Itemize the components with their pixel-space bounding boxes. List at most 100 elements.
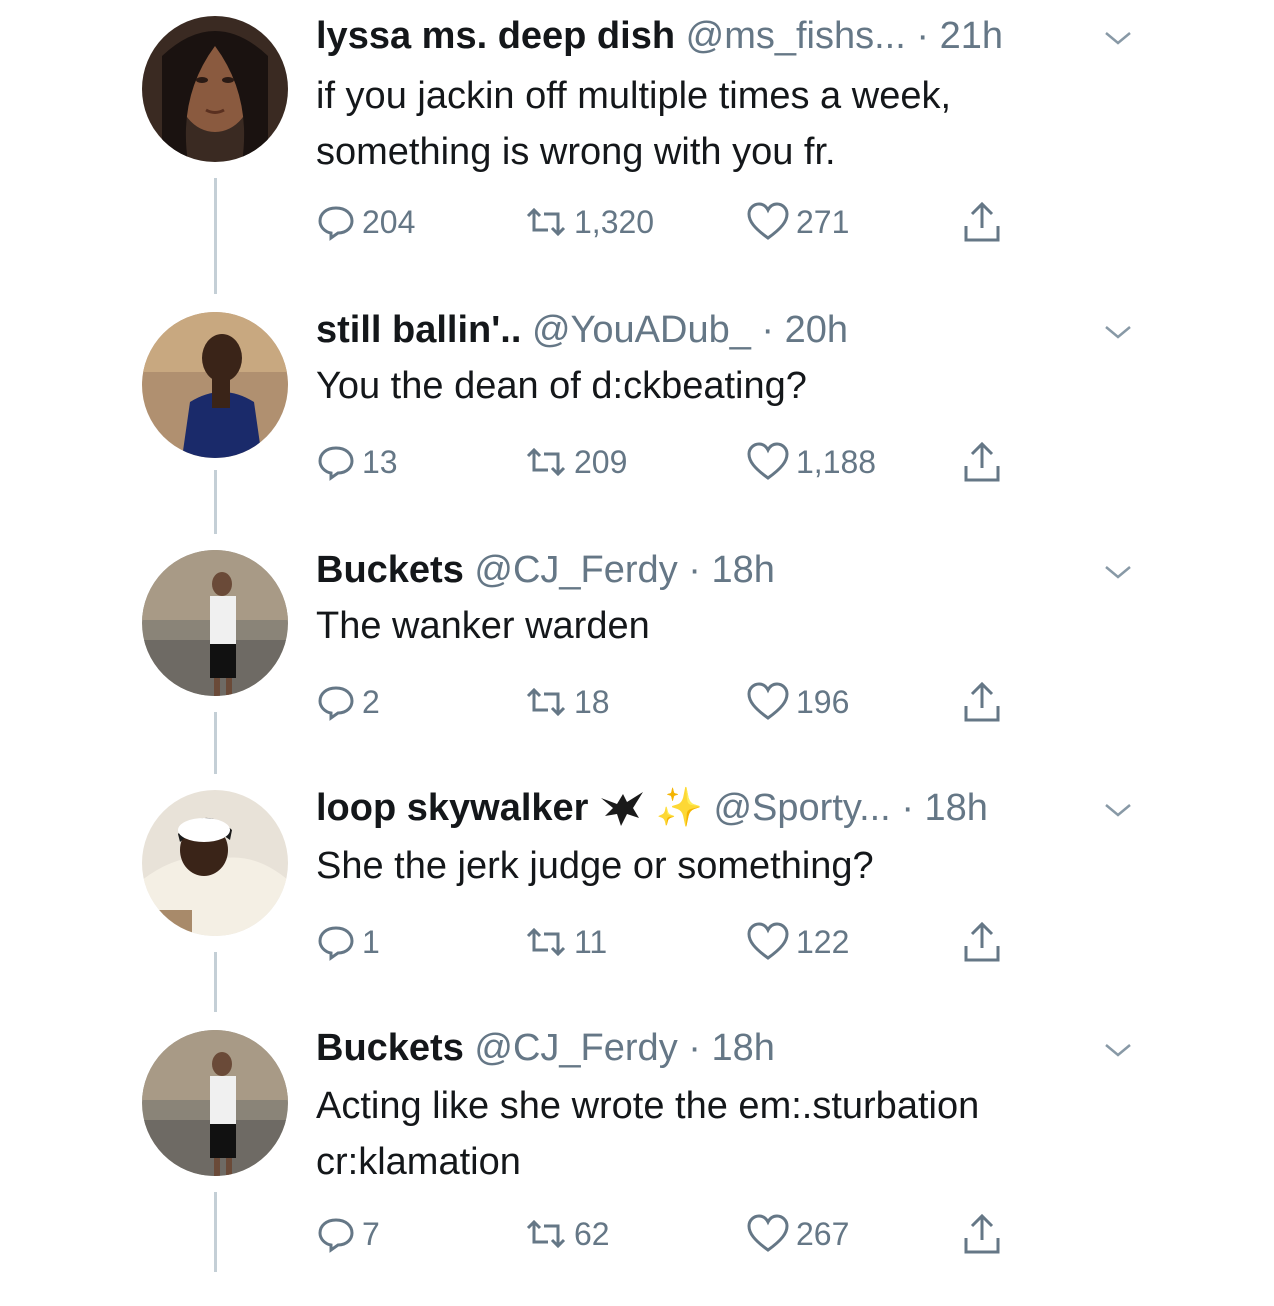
retweet-icon [526,447,566,477]
timestamp[interactable]: 20h [785,309,848,351]
user-handle[interactable]: @ms_fishs... [686,15,906,57]
user-handle[interactable]: @CJ_Ferdy [474,1027,677,1069]
like-icon [747,922,789,960]
thread-line [214,178,217,294]
share-icon[interactable] [960,1212,1004,1256]
like-button[interactable]: 271 [746,200,849,244]
like-icon [747,1214,789,1252]
like-icon [747,682,789,720]
tweet-text: if you jackin off multiple times a week,… [316,68,951,180]
tweet-text-line: The wanker warden [316,605,650,647]
share-icon[interactable] [960,680,1004,724]
tweet-header: still ballin'.. @YouADub_ · 20h [316,308,848,352]
share-icon[interactable] [960,200,1004,244]
avatar[interactable] [142,790,288,936]
avatar[interactable] [142,16,288,162]
retweet-button[interactable]: 62 [524,1212,610,1256]
reply-icon [318,206,354,241]
reply-count: 13 [362,443,398,480]
retweet-icon [526,687,566,717]
chevron-down-icon[interactable] [1100,1040,1136,1060]
like-button[interactable]: 196 [746,680,849,724]
display-name[interactable]: Buckets [316,549,464,591]
separator-dot: · [761,309,775,351]
like-icon [747,202,789,240]
tweet-text-line: She the jerk judge or something? [316,845,874,887]
reply-button[interactable]: 13 [316,440,398,484]
retweet-button[interactable]: 18 [524,680,610,724]
like-count: 1,188 [796,443,877,480]
retweet-count: 11 [574,923,608,960]
display-name[interactable]: still ballin'.. [316,309,521,351]
display-name[interactable]: loop skywalker [316,787,588,829]
timestamp[interactable]: 18h [711,1027,774,1069]
like-count: 196 [796,683,850,720]
retweet-icon [526,927,566,957]
tweet-text-line: something is wrong with you fr. [316,131,836,173]
tweet-header: Buckets @CJ_Ferdy · 18h [316,548,775,592]
reply-count: 7 [362,1215,380,1252]
tweet-actions: 13 209 1,188 [316,440,1036,484]
tweet-text: You the dean of d:ckbeating? [316,358,807,414]
avatar[interactable] [142,1030,288,1176]
avatar[interactable] [142,312,288,458]
retweet-icon [526,207,566,237]
timestamp[interactable]: 21h [940,15,1003,57]
user-handle[interactable]: @Sporty... [713,787,890,829]
timestamp[interactable]: 18h [925,787,988,829]
reply-count: 204 [362,203,416,240]
chevron-down-icon[interactable] [1100,562,1136,582]
eagle-emoji-icon [601,792,644,826]
reply-icon [318,686,354,721]
thread-line [214,1192,217,1272]
retweet-button[interactable]: 1,320 [524,200,654,244]
thread-line [214,952,217,1012]
separator-dot: · [901,787,914,829]
tweet-actions: 1 11 122 [316,920,1036,964]
sparkles-emoji-icon: ✨ [655,787,703,829]
tweet-header: Buckets @CJ_Ferdy · 18h [316,1026,775,1070]
tweet-text: Acting like she wrote the em:.sturbation… [316,1078,979,1190]
tweet-header: lyssa ms. deep dish @ms_fishs... · 21h [316,14,1003,58]
like-button[interactable]: 1,188 [746,440,876,484]
like-count: 271 [796,203,850,240]
separator-dot: · [916,15,930,57]
share-icon[interactable] [960,920,1004,964]
tweet-text: She the jerk judge or something? [316,838,874,894]
tweet-text-line: if you jackin off multiple times a week, [316,75,952,117]
reply-button[interactable]: 1 [316,920,380,964]
chevron-down-icon[interactable] [1100,322,1136,342]
reply-icon [318,446,354,481]
timestamp[interactable]: 18h [711,549,774,591]
like-count: 122 [796,923,850,960]
display-name[interactable]: Buckets [316,1027,464,1069]
retweet-button[interactable]: 11 [524,920,607,964]
retweet-button[interactable]: 209 [524,440,627,484]
like-button[interactable]: 267 [746,1212,849,1256]
user-handle[interactable]: @CJ_Ferdy [474,549,677,591]
display-name[interactable]: lyssa ms. deep dish [316,15,675,57]
reply-button[interactable]: 204 [316,200,415,244]
avatar[interactable] [142,550,288,696]
tweet-header: loop skywalker ✨ @Sporty... · 18h [316,786,988,830]
reply-button[interactable]: 2 [316,680,380,724]
tweet-actions: 2 18 196 [316,680,1036,724]
retweet-count: 209 [574,443,628,480]
reply-button[interactable]: 7 [316,1212,380,1256]
share-icon[interactable] [960,440,1004,484]
separator-dot: · [688,1027,701,1069]
retweet-count: 1,320 [574,203,655,240]
retweet-count: 62 [574,1215,610,1252]
thread-line [214,712,217,774]
chevron-down-icon[interactable] [1100,28,1136,48]
retweet-icon [526,1219,566,1249]
thread-line [214,470,217,534]
like-button[interactable]: 122 [746,920,849,964]
reply-count: 1 [362,923,380,960]
tweet-text-line: Acting like she wrote the em:.sturbation [316,1085,980,1127]
user-handle[interactable]: @YouADub_ [532,309,751,351]
like-icon [747,442,789,480]
like-count: 267 [796,1215,850,1252]
chevron-down-icon[interactable] [1100,800,1136,820]
tweet-actions: 7 62 267 [316,1212,1036,1256]
